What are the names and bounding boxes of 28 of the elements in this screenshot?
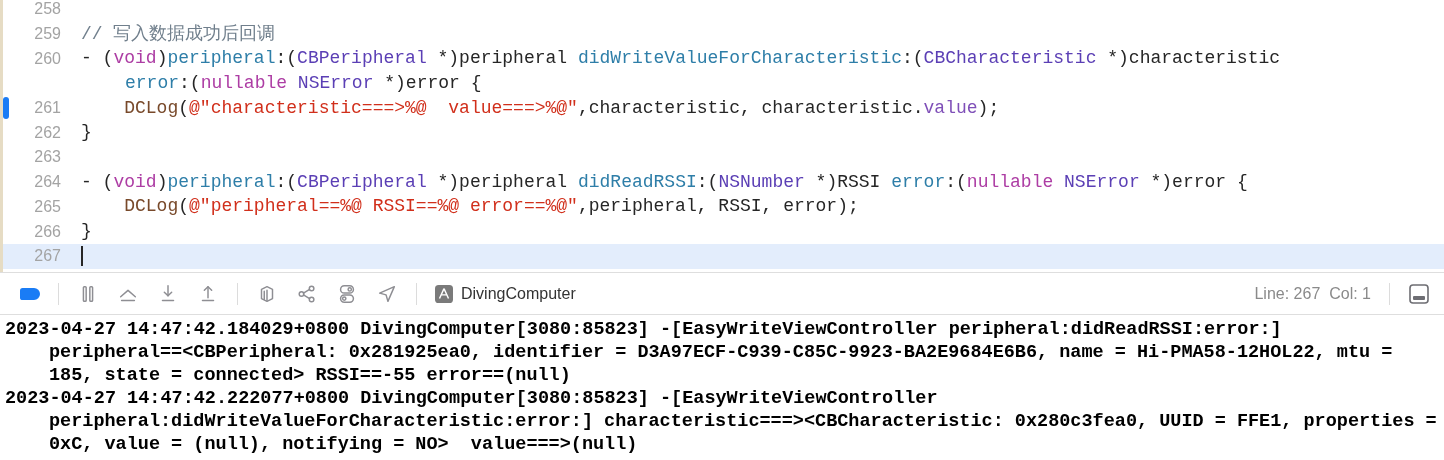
line-number: 260	[34, 49, 61, 67]
code-line: DCLog(@"peripheral==%@ RSSI==%@ error==%@",peripheral, RSSI, error);	[123, 196, 859, 217]
line-number: 267	[34, 247, 61, 265]
code-line: - (void)peripheral:(CBPeripheral *)peripheral didReadRSSI:(NSNumber *)RSSI error:(nullable NSError *)error {	[81, 171, 1248, 192]
code-line: - (void)peripheral:(CBPeripheral *)peripheral didWriteValueForCharacteristic:(CBCharacteristic *)characteristic	[81, 48, 1281, 69]
text-cursor	[81, 245, 83, 266]
target-name[interactable]: DivingComputer	[461, 281, 576, 306]
log-entry: 2023-04-27 14:47:42.184029+0800 DivingComputer[3080:85823] -[EasyWriteViewController peripheral:didReadRSSI:error:] peripheral==<CBPeripheral: 0x281925ea0, identifier = D3A97ECF-C939-C85C-9923-BA2E9684E6B6, name = Hi-PMA58-12HOL22, mtu = 185, state = connected> RSSI==-55 error==(null)	[5, 318, 1394, 387]
line-number: 263	[34, 148, 61, 166]
code-line: }	[81, 122, 92, 143]
line-number: 261	[34, 99, 61, 117]
code-line: DCLog(@"characteristic===>%@ value===>%@",characteristic, characteristic.value);	[123, 97, 1000, 118]
code-line: }	[81, 221, 92, 242]
cursor-position: Line: 267 Col: 1	[1254, 283, 1371, 304]
node-graph-icon[interactable]	[296, 282, 318, 305]
panel-toggle-icon[interactable]	[1408, 282, 1430, 305]
breakpoint-marker[interactable]	[3, 97, 9, 120]
line-number: 266	[34, 222, 61, 240]
line-number: 265	[34, 197, 61, 215]
line-number: 258	[34, 0, 61, 18]
code-line: // 写入数据成功后回调	[81, 23, 276, 44]
line-number: 262	[34, 123, 61, 141]
line-number: 259	[34, 25, 61, 43]
code-line: error:(nullable NSError *)error {	[125, 72, 482, 93]
line-number: 264	[34, 173, 61, 191]
log-entry: 2023-04-27 14:47:42.222077+0800 DivingComputer[3080:85823] -[EasyWriteViewController peripheral:didWriteValueForCharacteristic:error:] characteristic===><CBCharacteristic: 0x280c3fea0, UUID = FFE1, properties = 0xC, value = (null), notifying = NO> value===>(null)	[5, 387, 1438, 456]
app-icon	[435, 284, 453, 303]
breakpoints-toggle[interactable]	[20, 287, 40, 300]
